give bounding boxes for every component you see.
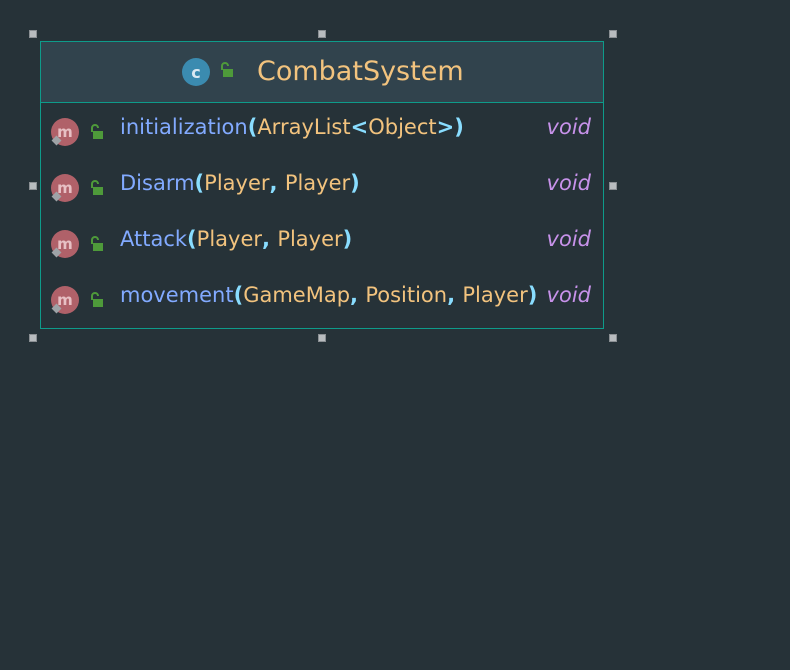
param-separator: < xyxy=(350,115,369,139)
resize-handle-top-left[interactable] xyxy=(29,30,37,38)
param-type: Player xyxy=(196,227,263,251)
param-type: ArrayList xyxy=(257,115,351,139)
unlock-icon xyxy=(88,236,104,256)
open-paren: ( xyxy=(247,115,258,139)
param-type: Object xyxy=(368,115,437,139)
unlock-icon xyxy=(218,62,234,82)
method-signature: Attack(Player, Player) xyxy=(120,227,352,251)
close-paren: ) xyxy=(350,171,360,195)
return-type: void xyxy=(546,115,591,139)
resize-handle-bottom-left[interactable] xyxy=(29,334,37,342)
return-type: void xyxy=(546,171,591,195)
resize-handle-top[interactable] xyxy=(318,30,326,38)
unlock-icon xyxy=(88,180,104,200)
class-icon-letter: c xyxy=(191,62,201,82)
class-header[interactable]: c CombatSystem xyxy=(41,42,603,103)
method-name: movement xyxy=(120,283,234,307)
class-node[interactable]: c CombatSystem m initialization(ArrayList… xyxy=(40,41,604,329)
method-signature: initialization(ArrayList<Object>) xyxy=(120,115,464,139)
class-name: CombatSystem xyxy=(257,56,464,87)
close-paren: ) xyxy=(527,283,538,307)
param-separator: > xyxy=(436,115,455,139)
method-name: Disarm xyxy=(120,171,195,195)
param-type: Player xyxy=(277,227,343,251)
param-separator: , xyxy=(262,227,278,251)
param-type: Position xyxy=(365,283,448,307)
param-separator: , xyxy=(447,283,463,307)
method-row[interactable]: m initialization(ArrayList<Object>) void xyxy=(41,103,603,159)
unlock-icon xyxy=(88,292,104,312)
param-separator: , xyxy=(350,283,366,307)
resize-handle-right[interactable] xyxy=(609,182,617,190)
open-paren: ( xyxy=(187,227,197,251)
method-name: Attack xyxy=(120,227,188,251)
close-paren: ) xyxy=(342,227,353,251)
resize-handle-top-right[interactable] xyxy=(609,30,617,38)
method-signature: movement(GameMap, Position, Player) xyxy=(120,283,537,307)
method-signature: Disarm(Player, Player) xyxy=(120,171,360,195)
method-row[interactable]: m movement(GameMap, Position, Player) void xyxy=(41,271,603,327)
close-paren: ) xyxy=(454,115,464,139)
resize-handle-left[interactable] xyxy=(29,182,37,190)
param-type: GameMap xyxy=(243,283,351,307)
method-row[interactable]: m Disarm(Player, Player) void xyxy=(41,159,603,215)
method-name: initialization xyxy=(120,115,248,139)
return-type: void xyxy=(546,227,591,251)
return-type: void xyxy=(546,283,591,307)
param-type: Player xyxy=(462,283,528,307)
param-type: Player xyxy=(284,171,351,195)
open-paren: ( xyxy=(233,283,244,307)
resize-handle-bottom-right[interactable] xyxy=(609,334,617,342)
resize-handle-bottom[interactable] xyxy=(318,334,326,342)
method-row[interactable]: m Attack(Player, Player) void xyxy=(41,215,603,271)
param-type: Player xyxy=(204,171,270,195)
class-icon: c xyxy=(182,58,210,86)
open-paren: ( xyxy=(194,171,205,195)
unlock-icon xyxy=(88,124,104,144)
param-separator: , xyxy=(269,171,285,195)
